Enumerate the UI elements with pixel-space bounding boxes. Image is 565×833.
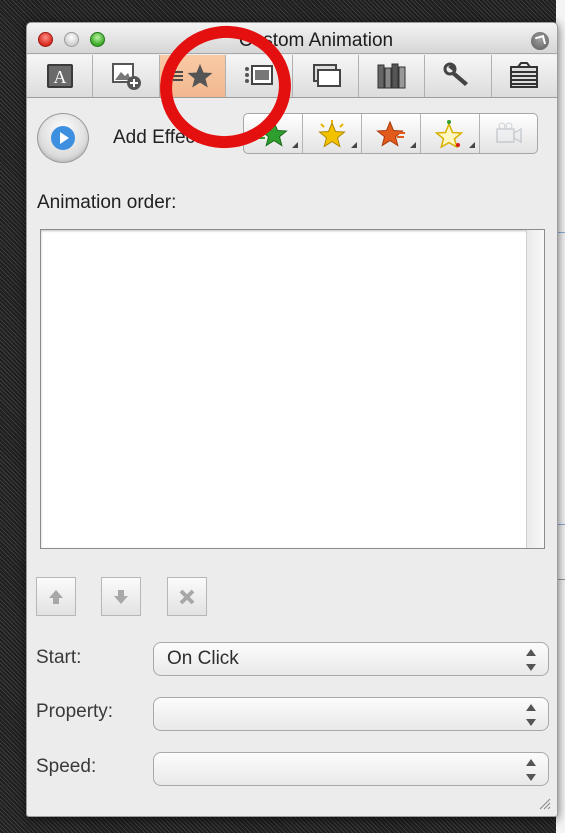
slides-icon bbox=[313, 64, 342, 87]
emphasis-effect-button[interactable] bbox=[303, 114, 362, 153]
transitions-icon bbox=[244, 65, 273, 85]
move-down-arrow-icon bbox=[114, 589, 128, 604]
slide-transition-icon bbox=[510, 62, 539, 88]
dropdown-arrow-icon bbox=[410, 142, 416, 148]
add-effect-buttons bbox=[243, 113, 538, 154]
tab-scrapbook[interactable] bbox=[359, 55, 426, 97]
entrance-effect-button[interactable] bbox=[244, 114, 303, 153]
entrance-effect-icon bbox=[259, 120, 288, 147]
move-up-button[interactable] bbox=[36, 577, 76, 616]
motion-path-button[interactable] bbox=[421, 114, 480, 153]
title-bar[interactable]: Custom Animation bbox=[27, 23, 557, 54]
up-down-arrows-icon bbox=[526, 759, 536, 781]
remove-effect-button[interactable] bbox=[167, 577, 207, 616]
up-down-arrows-icon bbox=[526, 649, 536, 671]
insert-picture-icon bbox=[112, 63, 142, 90]
start-label: Start: bbox=[36, 647, 82, 668]
tab-slides[interactable] bbox=[293, 55, 359, 97]
speed-label: Speed: bbox=[36, 756, 97, 777]
collapse-palette-button[interactable] bbox=[531, 32, 549, 50]
motion-path-icon bbox=[435, 119, 464, 148]
tab-tools[interactable] bbox=[425, 55, 492, 97]
property-label: Property: bbox=[36, 701, 114, 722]
start-value: On Click bbox=[167, 648, 239, 669]
svg-text:A: A bbox=[53, 67, 66, 87]
animation-order-list[interactable] bbox=[40, 229, 545, 549]
tab-formatting[interactable]: A bbox=[27, 55, 94, 97]
move-down-button[interactable] bbox=[101, 577, 141, 616]
tools-wrench-icon bbox=[443, 62, 468, 86]
speed-select[interactable] bbox=[153, 752, 549, 786]
play-animation-button[interactable] bbox=[37, 113, 89, 163]
add-effect-label: Add Effect: bbox=[113, 127, 206, 148]
start-select[interactable]: On Click bbox=[153, 642, 549, 676]
custom-animation-star-icon bbox=[173, 64, 213, 88]
exit-effect-button[interactable] bbox=[362, 114, 421, 153]
up-down-arrows-icon bbox=[526, 704, 536, 726]
scrapbook-books-icon bbox=[377, 63, 406, 89]
media-effect-button[interactable] bbox=[480, 114, 537, 153]
resize-grip-icon[interactable] bbox=[539, 798, 551, 810]
play-icon bbox=[51, 126, 75, 150]
list-scrollbar[interactable] bbox=[526, 230, 544, 548]
tab-slide-transition[interactable] bbox=[492, 55, 557, 97]
palette-tab-bar: A bbox=[27, 55, 557, 98]
desktop-backdrop-left bbox=[0, 0, 26, 833]
animation-order-label: Animation order: bbox=[37, 192, 177, 213]
exit-effect-icon bbox=[376, 120, 405, 147]
dropdown-arrow-icon bbox=[469, 142, 475, 148]
emphasis-effect-icon bbox=[318, 119, 346, 148]
media-effect-icon bbox=[495, 122, 522, 143]
property-select[interactable] bbox=[153, 697, 549, 731]
custom-animation-palette: Custom Animation A Add Effect: Animation… bbox=[26, 22, 558, 817]
window-title: Custom Animation bbox=[238, 30, 394, 51]
move-up-arrow-icon bbox=[49, 589, 63, 604]
tab-transitions[interactable] bbox=[226, 55, 293, 97]
delete-x-icon bbox=[179, 589, 195, 604]
dropdown-arrow-icon bbox=[351, 142, 357, 148]
dropdown-arrow-icon bbox=[292, 142, 298, 148]
tab-custom-animation[interactable] bbox=[159, 55, 227, 97]
tab-object-palette[interactable] bbox=[93, 55, 160, 97]
text-formatting-icon: A bbox=[46, 64, 73, 88]
